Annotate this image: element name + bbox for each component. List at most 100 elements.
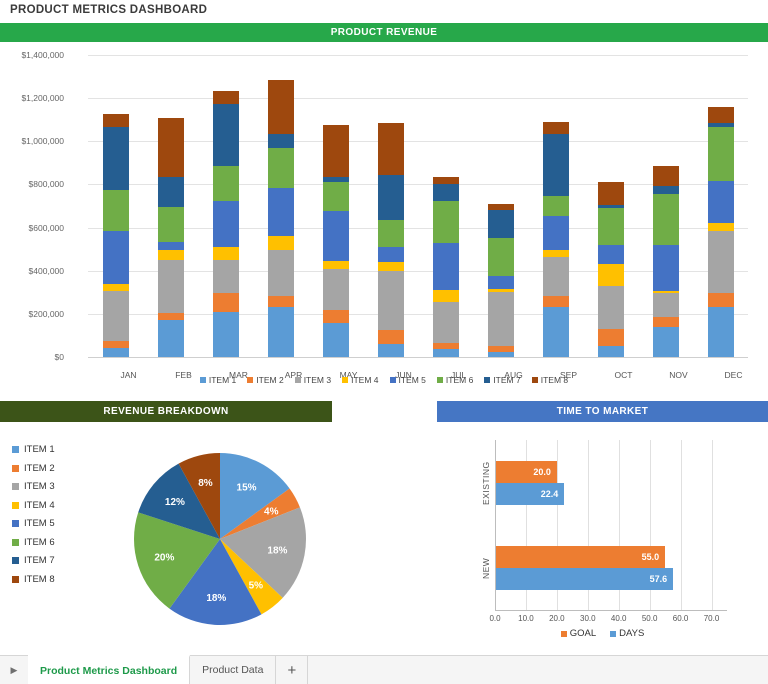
dashboard-root: PRODUCT METRICS DASHBOARD PRODUCT REVENU… [0,0,768,684]
legend-label: ITEM 6 [24,537,55,548]
revenue-segment [378,344,404,357]
revenue-segment [158,320,184,357]
legend-label: ITEM 8 [541,375,568,385]
revenue-segment [323,261,349,269]
pie-slice-label: 5% [249,581,264,592]
revenue-segment [543,122,569,134]
legend-swatch-icon [12,483,19,490]
revenue-y-tick: $600,000 [0,223,64,233]
revenue-segment [378,262,404,271]
add-sheet-button[interactable]: + [276,656,308,684]
revenue-bar-feb [158,118,184,357]
legend-swatch-icon [532,377,538,383]
legend-label: ITEM 4 [24,500,55,511]
revenue-bar-oct [598,182,624,357]
revenue-segment [433,177,459,185]
revenue-y-tick: $400,000 [0,266,64,276]
legend-swatch-icon [12,446,19,453]
revenue-segment [708,107,734,123]
legend-swatch-icon [12,576,19,583]
time-to-market-header: TIME TO MARKET [437,401,768,422]
revenue-segment [653,293,679,317]
legend-swatch-icon [12,520,19,527]
legend-label: ITEM 6 [446,375,473,385]
legend-label: GOAL [570,628,596,639]
revenue-segment [213,260,239,293]
ttm-y-axis [495,440,496,610]
revenue-y-tick: $800,000 [0,179,64,189]
revenue-segment [653,186,679,195]
revenue-segment [598,245,624,264]
revenue-bar-dec [708,107,734,357]
pie-legend-item: ITEM 7 [12,555,55,566]
revenue-segment [158,260,184,313]
ttm-legend-item: DAYS [610,628,644,639]
revenue-segment [323,211,349,261]
revenue-bar-sep [543,122,569,357]
pie-slice-label: 18% [206,593,226,604]
legend-swatch-icon [342,377,348,383]
revenue-segment [213,247,239,260]
legend-swatch-icon [610,631,616,637]
legend-label: ITEM 2 [256,375,283,385]
revenue-segment [708,231,734,294]
revenue-segment [378,220,404,247]
product-revenue-chart: $0$200,000$400,000$600,000$800,000$1,000… [0,46,768,394]
ttm-bar-new-days: 57.6 [495,568,673,590]
legend-label: ITEM 5 [24,518,55,529]
revenue-segment [488,238,514,276]
revenue-bar-apr [268,80,294,357]
pie-slice-label: 8% [198,478,213,489]
revenue-gridline [88,228,748,229]
revenue-segment [268,148,294,188]
revenue-segment [103,284,129,292]
ttm-bar-value: 20.0 [533,467,557,477]
revenue-segment [268,236,294,250]
tab-scroll-arrow-icon[interactable]: ▶ [0,656,28,684]
pie-legend-item: ITEM 8 [12,574,55,585]
revenue-segment [158,313,184,321]
revenue-segment [158,242,184,251]
sheet-tab-product-data[interactable]: Product Data [190,656,276,684]
revenue-segment [103,190,129,231]
revenue-gridline [88,271,748,272]
revenue-segment [543,307,569,357]
ttm-bar-new-goal: 55.0 [495,546,665,568]
revenue-segment [323,269,349,310]
legend-label: ITEM 4 [351,375,378,385]
revenue-segment [323,182,349,211]
revenue-bar-jan [103,114,129,357]
revenue-breakdown-header: REVENUE BREAKDOWN [0,401,332,422]
revenue-segment [488,210,514,238]
legend-label: ITEM 7 [24,555,55,566]
revenue-gridline [88,55,748,56]
revenue-segment [268,307,294,357]
revenue-segment [378,123,404,175]
revenue-segment [433,349,459,357]
revenue-x-axis [88,357,748,358]
pie-slice-label: 4% [264,506,279,517]
legend-swatch-icon [247,377,253,383]
revenue-gridline [88,314,748,315]
ttm-legend: GOAL DAYS [437,628,768,639]
revenue-segment [598,286,624,329]
revenue-legend-item: ITEM 3 [295,375,331,385]
legend-swatch-icon [390,377,396,383]
revenue-segment [653,245,679,291]
pie-slice-label: 20% [154,553,174,564]
revenue-y-tick: $200,000 [0,309,64,319]
revenue-segment [543,216,569,251]
revenue-segment [708,223,734,231]
sheet-tab-product-metrics-dashboard[interactable]: Product Metrics Dashboard [28,655,190,684]
pie-legend-item: ITEM 4 [12,500,55,511]
revenue-segment [543,257,569,296]
revenue-segment [213,312,239,357]
revenue-segment [708,293,734,307]
ttm-bar-existing-days: 22.4 [495,483,564,505]
revenue-y-tick: $1,200,000 [0,93,64,103]
revenue-breakdown-title: REVENUE BREAKDOWN [103,406,228,417]
revenue-legend-item: ITEM 8 [532,375,568,385]
legend-swatch-icon [295,377,301,383]
revenue-segment [103,348,129,357]
revenue-breakdown-chart: ITEM 1ITEM 2ITEM 3ITEM 4ITEM 5ITEM 6ITEM… [0,422,332,650]
